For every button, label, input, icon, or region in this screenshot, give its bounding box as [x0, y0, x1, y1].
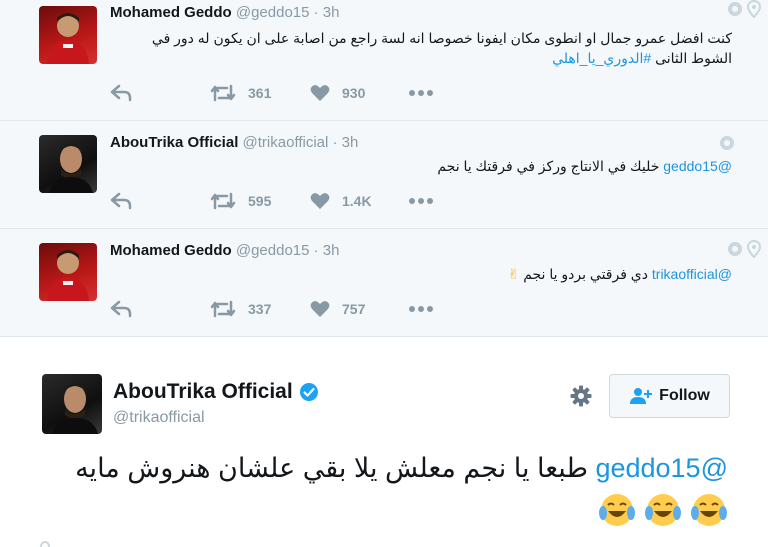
victory-hand-emoji: ✌ — [507, 266, 520, 282]
more-dots-icon — [409, 198, 433, 204]
avatar[interactable] — [39, 135, 97, 193]
retweet-button[interactable]: 361 — [210, 84, 310, 102]
timestamp[interactable]: · 3h — [333, 134, 359, 151]
reply-button[interactable] — [110, 84, 210, 102]
retweet-icon — [210, 192, 236, 210]
reply-meta-icons — [728, 0, 762, 18]
tweet-text: @geddo15 طبعا يا نجم معلش يلا بقي علشان … — [60, 448, 728, 529]
reply-meta-icons — [728, 240, 762, 258]
author-name[interactable]: AbouTrika Official — [113, 380, 293, 404]
author-handle[interactable]: @trikaofficial — [243, 134, 329, 151]
tweet-text: كنت افضل عمرو جمال او انطوى مكان ايفونا … — [110, 28, 732, 68]
tweet-text-body: خليك في الانتاج وركز في فرقتك يا نجم — [437, 158, 660, 174]
author-name[interactable]: Mohamed Geddo — [110, 4, 232, 21]
add-user-icon — [630, 388, 653, 404]
face-with-tears-of-joy-emoji — [691, 493, 727, 526]
face-with-tears-of-joy-emoji — [645, 493, 681, 526]
retweet-count: 337 — [248, 301, 272, 317]
like-count: 930 — [342, 85, 366, 101]
reply-button[interactable] — [110, 192, 210, 210]
like-count: 757 — [342, 301, 366, 317]
reply-header: Mohamed Geddo @geddo15 · 3h — [110, 4, 340, 21]
author-handle[interactable]: @trikaofficial — [113, 409, 205, 427]
tweet-text-body: دي فرقتي بردو يا نجم — [523, 266, 648, 282]
tweet-actions: 595 1.4K — [110, 192, 434, 210]
retweet-icon — [210, 300, 236, 318]
tweet-text: @geddo15 خليك في الانتاج وركز في فرقتك ي… — [110, 156, 732, 176]
emoji-row — [590, 493, 728, 526]
more-dots-icon — [409, 90, 433, 96]
reply-header: Mohamed Geddo @geddo15 · 3h — [110, 242, 340, 259]
more-button[interactable] — [408, 197, 434, 205]
retweet-count: 361 — [248, 85, 272, 101]
reply-button[interactable] — [110, 300, 210, 318]
heart-icon — [310, 193, 330, 209]
reply-header: AbouTrika Official @trikaofficial · 3h — [110, 134, 358, 151]
author-name-row: AbouTrika Official — [113, 380, 319, 404]
reply-icon — [110, 300, 132, 318]
location-pin-icon — [746, 240, 762, 258]
follow-label: Follow — [659, 387, 710, 404]
reply-icon — [110, 84, 132, 102]
mention-link[interactable]: @geddo15 — [663, 158, 732, 174]
tweet-actions: 337 757 — [110, 300, 434, 318]
tweet-text: @trikaofficial دي فرقتي بردو يا نجم ✌ — [110, 264, 732, 284]
mention-link[interactable]: @trikaofficial — [652, 266, 732, 282]
globe-icon — [728, 242, 742, 256]
avatar[interactable] — [39, 243, 97, 301]
location-pin-icon — [746, 0, 762, 18]
author-name[interactable]: Mohamed Geddo — [110, 242, 232, 259]
like-button[interactable]: 757 — [310, 300, 408, 318]
mention-link[interactable]: @geddo15 — [595, 453, 728, 483]
more-dots-icon — [409, 306, 433, 312]
author-handle[interactable]: @geddo15 — [236, 242, 310, 259]
reply-icon — [110, 192, 132, 210]
face-with-tears-of-joy-emoji — [599, 493, 635, 526]
reply-meta-icons — [720, 136, 734, 150]
follow-button[interactable]: Follow — [609, 374, 730, 418]
reply-tweet[interactable]: Mohamed Geddo @geddo15 · 3h @trikaoffici… — [0, 229, 768, 337]
more-button[interactable] — [408, 305, 434, 313]
tweet-text-body: طبعا يا نجم معلش يلا بقي علشان هنروش ماي… — [75, 453, 588, 483]
globe-icon — [40, 541, 50, 547]
author-name[interactable]: AbouTrika Official — [110, 134, 238, 151]
reply-tweet[interactable]: AbouTrika Official @trikaofficial · 3h @… — [0, 121, 768, 229]
avatar[interactable] — [39, 6, 97, 64]
hashtag-link[interactable]: #الدوري_يا_اهلي — [552, 50, 651, 66]
globe-icon — [720, 136, 734, 150]
retweet-count: 595 — [248, 193, 272, 209]
globe-icon — [728, 2, 742, 16]
retweet-button[interactable]: 595 — [210, 192, 310, 210]
like-count: 1.4K — [342, 193, 372, 209]
retweet-button[interactable]: 337 — [210, 300, 310, 318]
author-handle[interactable]: @geddo15 — [236, 4, 310, 21]
reply-tweet[interactable]: Mohamed Geddo @geddo15 · 3h كنت افضل عمر… — [0, 0, 768, 121]
gear-icon[interactable] — [570, 385, 592, 407]
like-button[interactable]: 1.4K — [310, 192, 408, 210]
tweet-actions: 361 930 — [110, 84, 434, 102]
verified-badge-icon — [299, 383, 318, 401]
heart-icon — [310, 85, 330, 101]
like-button[interactable]: 930 — [310, 84, 408, 102]
timestamp[interactable]: · 3h — [314, 242, 340, 259]
heart-icon — [310, 301, 330, 317]
timestamp[interactable]: · 3h — [314, 4, 340, 21]
avatar[interactable] — [42, 374, 102, 434]
more-button[interactable] — [408, 89, 434, 97]
retweet-icon — [210, 84, 236, 102]
